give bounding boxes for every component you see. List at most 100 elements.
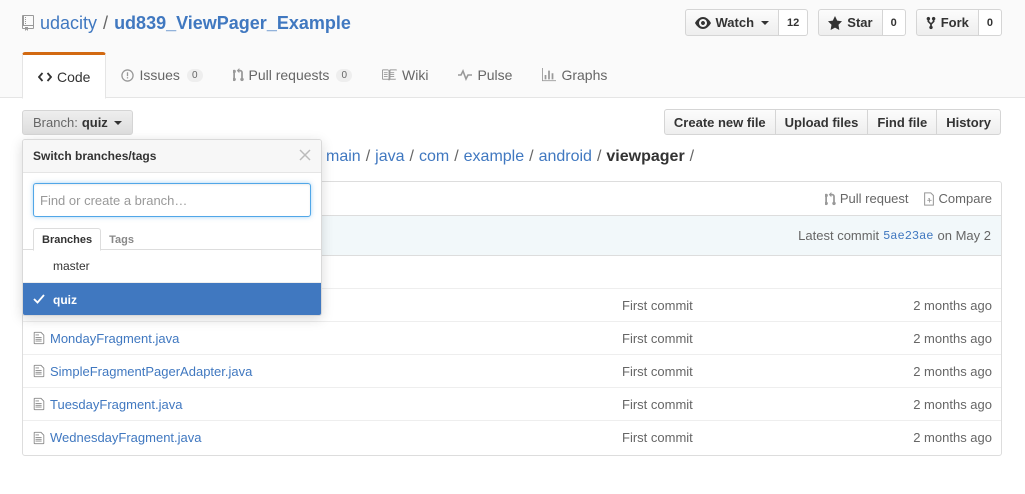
compare-label: Compare (938, 191, 992, 206)
file-age: 2 months ago (913, 330, 992, 346)
commit-message-link[interactable]: First commit (622, 397, 693, 412)
repo-title-separator: / (103, 12, 109, 33)
dropdown-title: Switch branches/tags (33, 149, 157, 163)
breadcrumb-android[interactable]: android (539, 148, 592, 165)
tab-graphs-label: Graphs (561, 67, 608, 83)
breadcrumb-separator: / (409, 148, 414, 165)
fork-icon (926, 16, 936, 29)
branch-select-button[interactable]: Branch: quiz (22, 110, 133, 135)
upload-files-button[interactable]: Upload files (774, 109, 869, 135)
star-label: Star (847, 15, 873, 30)
book-icon (382, 69, 397, 81)
tab-issues-label: Issues (139, 67, 180, 83)
breadcrumb-example[interactable]: example (464, 148, 524, 165)
branch-search-input[interactable] (33, 183, 311, 217)
file-age: 2 months ago (913, 396, 992, 412)
file-age: 2 months ago (913, 363, 992, 379)
pull-request-icon (824, 191, 836, 205)
tab-wiki-label: Wiki (402, 67, 429, 83)
commit-message-link[interactable]: First commit (622, 430, 693, 445)
tab-tags[interactable]: Tags (101, 228, 142, 251)
breadcrumb-java[interactable]: java (375, 148, 404, 165)
pull-requests-counter: 0 (336, 68, 352, 82)
repo-title: udacity / ud839_ViewPager_Example (22, 10, 351, 36)
pull-request-label: Pull request (839, 191, 909, 206)
history-button[interactable]: History (936, 109, 1001, 135)
breadcrumb-com[interactable]: com (419, 148, 449, 165)
file-actions: Create new file Upload files Find file H… (663, 109, 1001, 135)
file-icon (33, 364, 45, 378)
file-icon (33, 331, 45, 345)
table-row: SimpleFragmentPagerAdapter.java First co… (23, 355, 1001, 388)
branch-item-quiz[interactable]: quiz (23, 283, 321, 315)
tab-branches[interactable]: Branches (33, 228, 102, 251)
star-count[interactable]: 0 (882, 9, 906, 36)
fork-count[interactable]: 0 (978, 9, 1002, 36)
file-link[interactable]: MondayFragment.java (50, 331, 179, 346)
file-link[interactable]: WednesdayFragment.java (50, 430, 202, 445)
watch-group: Watch 12 (684, 9, 809, 36)
commit-sha-link[interactable]: 5ae23ae (883, 229, 933, 243)
file-icon (33, 397, 45, 411)
star-icon (828, 15, 843, 30)
file-icon (33, 431, 45, 444)
table-row: WednesdayFragment.java First commit 2 mo… (23, 421, 1001, 454)
tab-issues[interactable]: Issues 0 (106, 52, 217, 98)
branch-item-label: quiz (53, 292, 77, 307)
commit-message-link[interactable]: First commit (622, 298, 693, 313)
latest-commit-prefix: Latest commit (798, 228, 880, 243)
chevron-down-icon (761, 20, 770, 25)
pull-request-link[interactable]: Pull request (824, 191, 909, 206)
file-link[interactable]: SimpleFragmentPagerAdapter.java (50, 364, 252, 379)
file-age: 2 months ago (913, 430, 992, 445)
table-row: MondayFragment.java First commit 2 month… (23, 322, 1001, 355)
star-button[interactable]: Star (818, 9, 883, 36)
fork-group: Fork 0 (915, 9, 1002, 36)
breadcrumb-separator: / (596, 148, 602, 165)
branch-item-label: master (53, 259, 90, 273)
tab-code-label: Code (57, 68, 91, 85)
fork-button[interactable]: Fork (915, 9, 979, 36)
create-new-file-button[interactable]: Create new file (663, 109, 776, 135)
tab-pulse[interactable]: Pulse (443, 52, 527, 98)
graph-icon (542, 68, 557, 82)
tab-graphs[interactable]: Graphs (527, 52, 622, 98)
find-file-button[interactable]: Find file (867, 109, 938, 135)
commit-date: on May 2 (937, 228, 991, 243)
repo-nav: Code Issues 0 Pull requests 0 Wiki Pulse… (22, 52, 622, 99)
issues-counter: 0 (186, 68, 203, 82)
breadcrumb-separator: / (454, 148, 459, 165)
close-icon[interactable] (299, 149, 311, 161)
commit-message-link[interactable]: First commit (622, 364, 693, 379)
watch-label: Watch (715, 15, 755, 30)
tab-code[interactable]: Code (22, 52, 107, 99)
repo-header: udacity / ud839_ViewPager_Example Watch … (0, 0, 1025, 99)
compare-link[interactable]: Compare (923, 191, 992, 206)
pull-request-icon (232, 68, 244, 82)
check-icon (33, 294, 45, 304)
chevron-down-icon (113, 120, 122, 125)
repo-actions: Watch 12 Star 0 Fork 0 (684, 9, 1002, 36)
breadcrumb-separator: / (365, 148, 371, 165)
code-icon (38, 71, 52, 82)
branch-item-master[interactable]: master (23, 250, 321, 283)
repo-owner-link[interactable]: udacity (40, 13, 97, 34)
watch-count[interactable]: 12 (779, 9, 809, 36)
breadcrumb-main[interactable]: main (326, 148, 361, 165)
repo-name-link[interactable]: ud839_ViewPager_Example (114, 13, 351, 34)
repo-icon (22, 15, 34, 31)
dropdown-header: Switch branches/tags (23, 140, 321, 173)
pulse-icon (458, 69, 473, 81)
eye-icon (694, 16, 711, 29)
breadcrumb-current: viewpager (606, 148, 685, 165)
tab-pull-requests-label: Pull requests (248, 67, 330, 83)
fork-label: Fork (940, 15, 969, 30)
file-link[interactable]: TuesdayFragment.java (50, 397, 182, 412)
breadcrumb-separator: / (689, 148, 695, 165)
star-group: Star 0 (818, 9, 906, 36)
watch-button[interactable]: Watch (684, 9, 780, 36)
tab-wiki[interactable]: Wiki (367, 52, 443, 98)
branch-name: quiz (81, 115, 108, 130)
tab-pull-requests[interactable]: Pull requests 0 (218, 52, 368, 98)
commit-message-link[interactable]: First commit (622, 331, 693, 346)
